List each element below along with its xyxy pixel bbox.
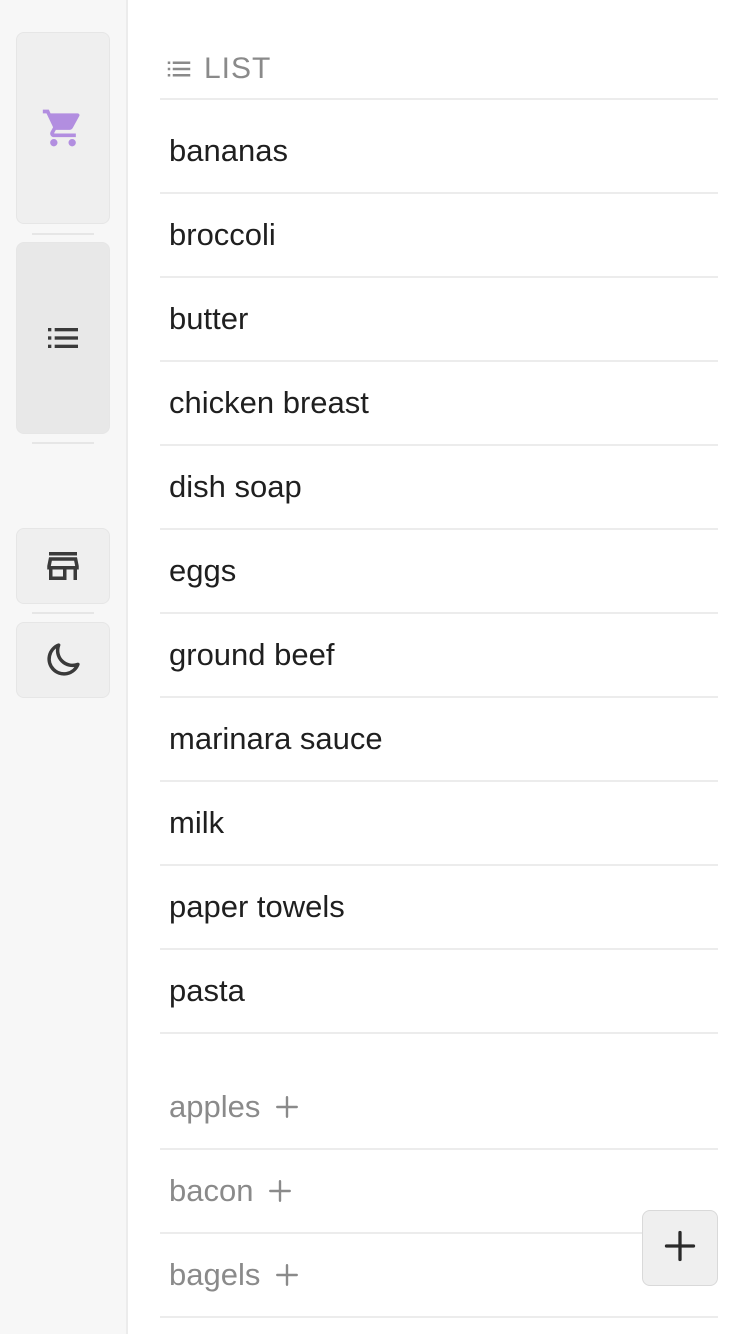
plus-icon[interactable] <box>274 1262 300 1288</box>
list-icon <box>43 318 83 358</box>
list-item[interactable]: paper towels <box>160 866 718 950</box>
add-item-button[interactable] <box>642 1210 718 1286</box>
sidebar <box>0 0 128 1334</box>
list-item[interactable]: ground beef <box>160 614 718 698</box>
list-item[interactable]: dish soap <box>160 446 718 530</box>
page-title: LIST <box>204 52 272 85</box>
app: LIST bananas broccoli butter chicken bre… <box>0 0 750 1334</box>
list-nav-button[interactable] <box>16 242 110 434</box>
list-item[interactable]: marinara sauce <box>160 698 718 782</box>
sidebar-divider <box>32 442 94 444</box>
plus-icon[interactable] <box>267 1178 293 1204</box>
stores-nav-button[interactable] <box>16 528 110 604</box>
list-item[interactable]: butter <box>160 278 718 362</box>
suggestion-label: bagels <box>169 1257 261 1292</box>
moon-icon <box>42 639 84 681</box>
suggestion-item[interactable]: bagels <box>160 1234 718 1318</box>
storefront-icon <box>42 545 84 587</box>
suggestion-label: apples <box>169 1089 261 1124</box>
list-item[interactable]: milk <box>160 782 718 866</box>
list-item[interactable]: chicken breast <box>160 362 718 446</box>
suggestion-item[interactable]: bacon <box>160 1150 718 1234</box>
plus-icon <box>662 1228 698 1269</box>
shop-nav-button[interactable] <box>16 32 110 224</box>
list-item[interactable]: bananas <box>160 110 718 194</box>
plus-icon[interactable] <box>274 1094 300 1120</box>
list-item[interactable]: eggs <box>160 530 718 614</box>
sidebar-divider <box>32 612 94 614</box>
shopping-cart-icon <box>41 106 85 150</box>
sidebar-divider <box>32 233 94 235</box>
list-icon <box>164 54 194 84</box>
suggestion-item[interactable]: apples <box>160 1066 718 1150</box>
list-item[interactable]: broccoli <box>160 194 718 278</box>
list-item[interactable]: pasta <box>160 950 718 1034</box>
list-header: LIST <box>160 44 718 100</box>
theme-toggle-button[interactable] <box>16 622 110 698</box>
suggestion-label: bacon <box>169 1173 254 1208</box>
